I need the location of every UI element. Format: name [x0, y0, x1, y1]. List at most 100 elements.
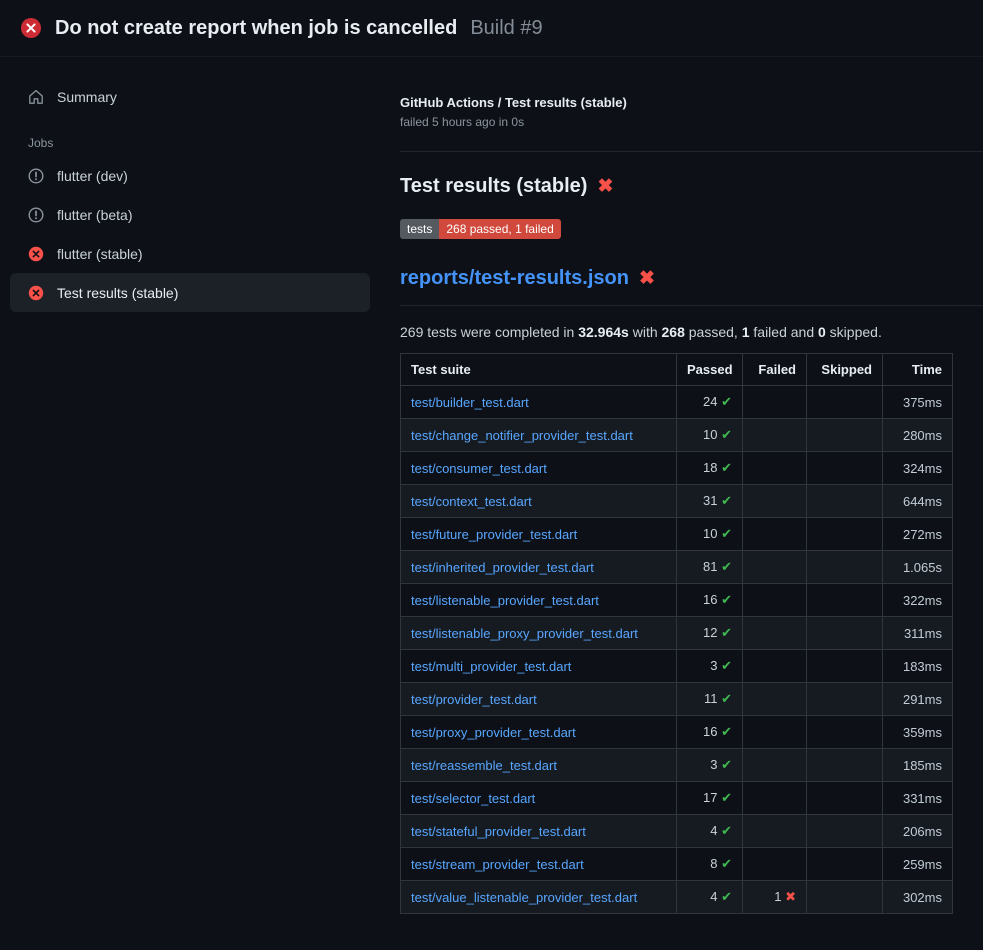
failed-count: 1	[742, 324, 750, 340]
test-suite-link[interactable]: test/stateful_provider_test.dart	[411, 824, 586, 839]
passed-count: 268	[662, 324, 685, 340]
x-circle-icon	[28, 285, 44, 301]
x-circle-fill-icon	[20, 17, 42, 39]
passed-cell: 12 ✔	[677, 617, 743, 650]
table-header-row: Test suite Passed Failed Skipped Time	[401, 354, 953, 386]
table-row: test/selector_test.dart17 ✔331ms	[401, 782, 953, 815]
page-title: Do not create report when job is cancell…	[55, 17, 457, 40]
report-heading: reports/test-results.json ✖	[400, 267, 983, 306]
test-suite-link[interactable]: test/value_listenable_provider_test.dart	[411, 890, 637, 905]
sidebar-item-summary[interactable]: Summary	[10, 77, 370, 116]
check-icon: ✔	[721, 559, 732, 574]
sidebar-item-label: flutter (dev)	[57, 168, 128, 184]
skipped-count: 0	[818, 324, 826, 340]
test-suite-link[interactable]: test/provider_test.dart	[411, 692, 537, 707]
run-status-line: failed 5 hours ago in 0s	[400, 115, 983, 129]
breadcrumb: GitHub Actions / Test results (stable)	[400, 95, 983, 110]
failed-cell	[743, 386, 807, 419]
table-row: test/proxy_provider_test.dart16 ✔359ms	[401, 716, 953, 749]
table-row: test/value_listenable_provider_test.dart…	[401, 881, 953, 914]
time-cell: 644ms	[883, 485, 953, 518]
test-suite-link[interactable]: test/multi_provider_test.dart	[411, 659, 571, 674]
test-suite-link[interactable]: test/future_provider_test.dart	[411, 527, 577, 542]
results-table-body: test/builder_test.dart24 ✔375mstest/chan…	[401, 386, 953, 914]
col-header-skipped: Skipped	[807, 354, 883, 386]
divider	[400, 151, 983, 152]
time-cell: 322ms	[883, 584, 953, 617]
passed-cell: 4 ✔	[677, 815, 743, 848]
failed-cell	[743, 617, 807, 650]
jobs-section-heading: Jobs	[28, 136, 370, 150]
failed-cell	[743, 749, 807, 782]
test-suite-link[interactable]: test/stream_provider_test.dart	[411, 857, 584, 872]
passed-cell: 31 ✔	[677, 485, 743, 518]
table-row: test/stream_provider_test.dart8 ✔259ms	[401, 848, 953, 881]
tests-badge: tests 268 passed, 1 failed	[400, 219, 561, 239]
sidebar-item-flutter-beta[interactable]: flutter (beta)	[10, 195, 370, 234]
failed-cell	[743, 815, 807, 848]
table-row: test/multi_provider_test.dart 3 ✔ 183ms	[401, 650, 953, 683]
alert-circle-icon	[28, 168, 44, 184]
summary-line: 269 tests were completed in 32.964s with…	[400, 324, 983, 340]
failed-cell	[743, 452, 807, 485]
passed-cell: 16 ✔	[677, 716, 743, 749]
table-row: test/future_provider_test.dart10 ✔272ms	[401, 518, 953, 551]
skipped-cell	[807, 617, 883, 650]
check-icon: ✔	[721, 691, 732, 706]
failed-cell	[743, 485, 807, 518]
time-cell: 183ms	[883, 650, 953, 683]
check-icon: ✔	[721, 592, 732, 607]
sidebar-item-test-results-stable[interactable]: Test results (stable)	[10, 273, 370, 312]
test-suite-link[interactable]: test/builder_test.dart	[411, 395, 529, 410]
alert-circle-icon	[28, 207, 44, 223]
passed-cell: 17 ✔	[677, 782, 743, 815]
test-suite-link[interactable]: test/selector_test.dart	[411, 791, 535, 806]
table-row: test/listenable_proxy_provider_test.dart…	[401, 617, 953, 650]
test-suite-link[interactable]: test/consumer_test.dart	[411, 461, 547, 476]
x-icon: ✖	[785, 889, 796, 904]
failed-cell	[743, 650, 807, 683]
test-suite-link[interactable]: test/context_test.dart	[411, 494, 532, 509]
check-icon: ✔	[721, 394, 732, 409]
test-suite-link[interactable]: test/listenable_provider_test.dart	[411, 593, 599, 608]
test-suite-link[interactable]: test/inherited_provider_test.dart	[411, 560, 594, 575]
time-cell: 1.065s	[883, 551, 953, 584]
check-icon: ✔	[721, 460, 732, 475]
report-file-link[interactable]: reports/test-results.json	[400, 267, 629, 290]
badge-label: tests	[400, 219, 439, 239]
time-cell: 185ms	[883, 749, 953, 782]
failed-cell	[743, 518, 807, 551]
failed-cell	[743, 848, 807, 881]
skipped-cell	[807, 683, 883, 716]
skipped-cell	[807, 881, 883, 914]
table-row: test/provider_test.dart11 ✔291ms	[401, 683, 953, 716]
sidebar-item-flutter-dev[interactable]: flutter (dev)	[10, 156, 370, 195]
check-icon: ✔	[721, 889, 732, 904]
failed-x-icon: ✖	[597, 177, 613, 196]
skipped-cell	[807, 848, 883, 881]
table-row: test/consumer_test.dart18 ✔324ms	[401, 452, 953, 485]
test-suite-link[interactable]: test/listenable_proxy_provider_test.dart	[411, 626, 638, 641]
skipped-cell	[807, 716, 883, 749]
sidebar: Summary Jobs flutter (dev) flutter (beta)…	[0, 57, 400, 312]
passed-cell: 24 ✔	[677, 386, 743, 419]
sidebar-item-label: flutter (beta)	[57, 207, 132, 223]
test-suite-link[interactable]: test/reassemble_test.dart	[411, 758, 557, 773]
test-suite-link[interactable]: test/proxy_provider_test.dart	[411, 725, 576, 740]
passed-cell: 81 ✔	[677, 551, 743, 584]
section-title: Test results (stable) ✖	[400, 175, 983, 198]
sidebar-item-flutter-stable[interactable]: flutter (stable)	[10, 234, 370, 273]
failed-cell	[743, 584, 807, 617]
skipped-cell	[807, 650, 883, 683]
passed-cell: 3 ✔	[677, 650, 743, 683]
skipped-cell	[807, 386, 883, 419]
passed-cell: 3 ✔	[677, 749, 743, 782]
failed-cell: 1 ✖	[743, 881, 807, 914]
x-circle-icon	[28, 246, 44, 262]
total-duration: 32.964s	[578, 324, 629, 340]
test-suite-link[interactable]: test/change_notifier_provider_test.dart	[411, 428, 633, 443]
passed-cell: 16 ✔	[677, 584, 743, 617]
results-table: Test suite Passed Failed Skipped Time te…	[400, 353, 953, 914]
skipped-cell	[807, 452, 883, 485]
failed-cell	[743, 683, 807, 716]
